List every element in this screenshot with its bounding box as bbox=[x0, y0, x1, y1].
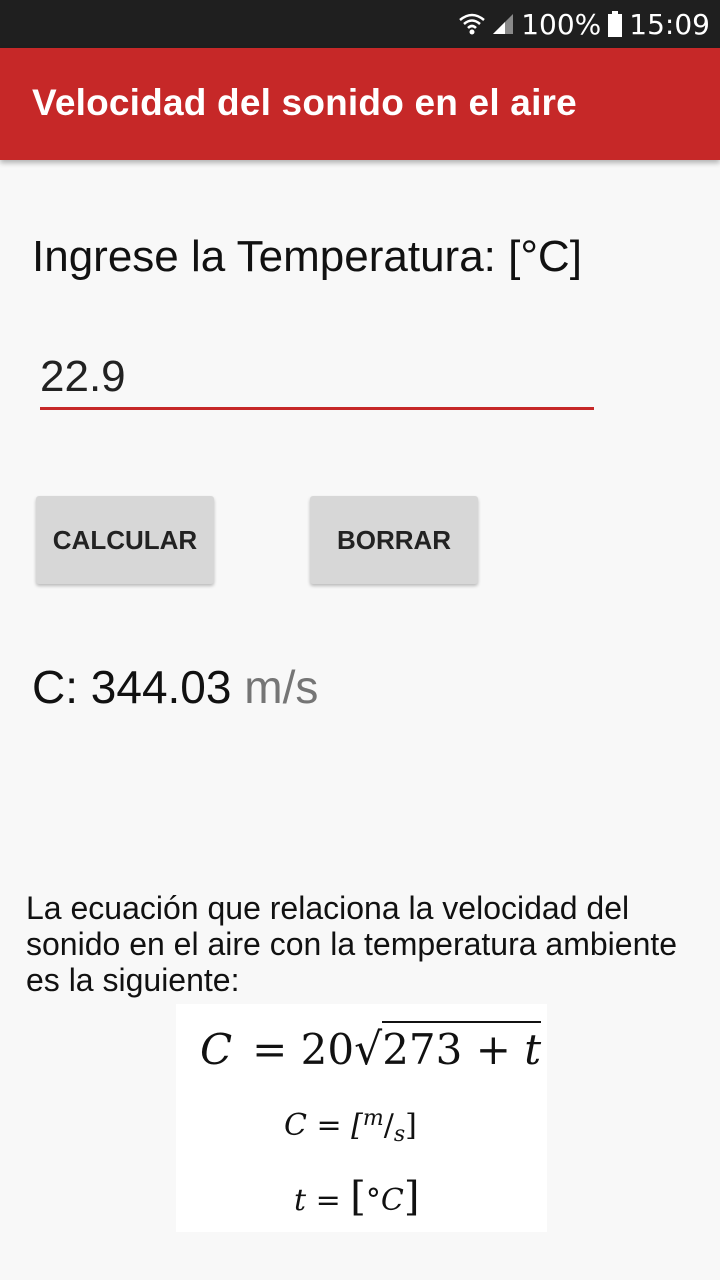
temperature-input[interactable] bbox=[40, 346, 594, 410]
unit1-den: s bbox=[393, 1122, 406, 1147]
app-title: Velocidad del sonido en el aire bbox=[32, 82, 577, 123]
result-prefix: C: bbox=[32, 661, 78, 713]
calculate-button[interactable]: CALCULAR bbox=[36, 496, 214, 584]
formula-image: C = 20√273 + t C = [m/s] t = [°C] bbox=[176, 1004, 547, 1232]
unit1-num: m bbox=[362, 1106, 384, 1131]
formula-main: C = 20√273 + t bbox=[200, 1021, 542, 1075]
result-unit: m/s bbox=[244, 661, 319, 713]
battery-level: 100% bbox=[521, 7, 602, 41]
unit2-val: °C bbox=[365, 1183, 404, 1218]
status-bar: 100% 15:09 bbox=[0, 0, 720, 48]
formula-radicand: 273 + t bbox=[382, 1021, 542, 1074]
app-bar: Velocidad del sonido en el aire bbox=[0, 48, 720, 160]
result-line: C: 344.03 m/s bbox=[32, 660, 318, 714]
formula-coef: = 20 bbox=[252, 1025, 355, 1074]
sqrt-symbol: √ bbox=[354, 1024, 383, 1075]
unit2-close: ] bbox=[403, 1174, 420, 1220]
unit1-close: ] bbox=[405, 1108, 417, 1143]
temperature-prompt: Ingrese la Temperatura: [°C] bbox=[32, 232, 582, 281]
explanation-text: La ecuación que relaciona la velocidad d… bbox=[26, 890, 678, 998]
clock: 15:09 bbox=[629, 7, 710, 41]
unit2-open: [ bbox=[350, 1174, 366, 1220]
unit1-slash: / bbox=[383, 1108, 394, 1143]
result-value: 344.03 bbox=[90, 661, 232, 713]
signal-icon bbox=[491, 12, 515, 36]
clear-button[interactable]: BORRAR bbox=[310, 496, 478, 584]
unit1-lhs: C = [ bbox=[284, 1108, 363, 1143]
battery-icon bbox=[607, 11, 623, 37]
status-icons: 100% 15:09 bbox=[459, 0, 710, 48]
radicand-variable: t bbox=[524, 1025, 542, 1074]
unit2-lhs: t = bbox=[294, 1183, 351, 1218]
formula-unit-speed: C = [m/s] bbox=[284, 1106, 417, 1147]
radicand-number: 273 + bbox=[382, 1025, 525, 1074]
wifi-icon bbox=[459, 12, 486, 36]
formula-lhs: C bbox=[200, 1025, 233, 1074]
formula-unit-temp: t = [°C] bbox=[294, 1174, 419, 1220]
